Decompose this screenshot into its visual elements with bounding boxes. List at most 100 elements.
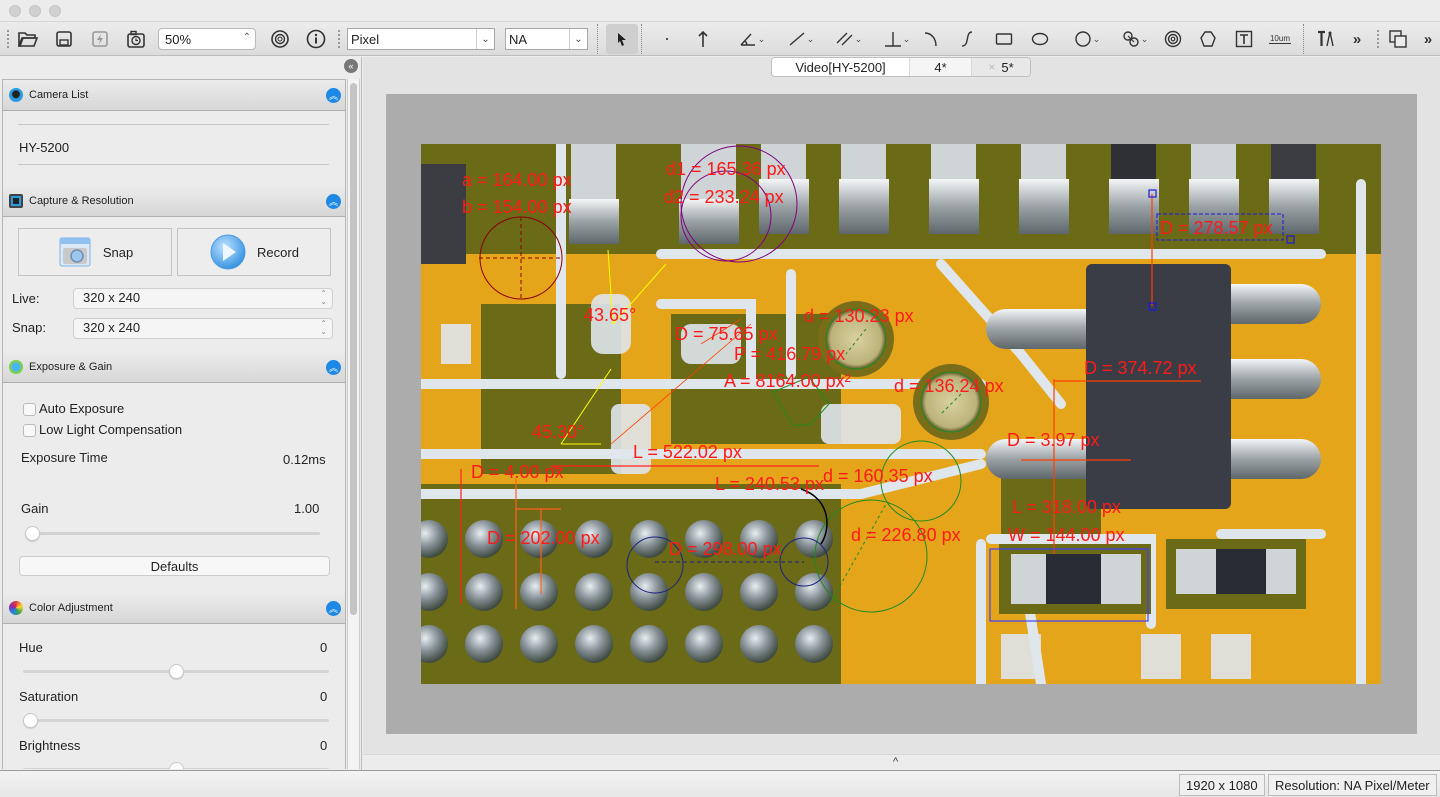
defaults-label: Defaults — [150, 558, 199, 574]
select-tool-button[interactable] — [606, 24, 638, 54]
ellipse-tool-button[interactable] — [1028, 26, 1052, 52]
snap-resolution-select[interactable]: 320 x 240 ⌃ ⌄ — [73, 318, 333, 339]
angle-tool-button[interactable]: ⌄ — [735, 26, 769, 52]
toolbar-grip[interactable] — [7, 30, 9, 48]
measurement-label-d160[interactable]: d = 160.35 px — [823, 467, 933, 485]
measurement-label-d136[interactable]: d = 136.24 px — [894, 377, 1004, 395]
info-button[interactable] — [304, 26, 328, 52]
double-chevron-right-icon: » — [1352, 30, 1362, 48]
divider — [18, 164, 329, 165]
image-canvas[interactable]: a = 164.00 px b = 154.00 px d1 = 165.36 … — [386, 94, 1417, 734]
saturation-slider-knob[interactable] — [23, 713, 38, 728]
record-button[interactable]: Record — [177, 228, 331, 276]
live-resolution-select[interactable]: 320 x 240 ⌃ ⌄ — [73, 288, 333, 309]
measurement-label-angle1[interactable]: 43.65° — [584, 306, 636, 324]
collapse-section-icon[interactable]: ︽ — [326, 360, 341, 375]
measurement-label-d374[interactable]: D = 374.72 px — [1084, 359, 1197, 377]
section-header-exposure[interactable]: Exposure & Gain ︽ — [3, 352, 345, 383]
magnification-select[interactable]: NA ⌄ — [505, 28, 588, 50]
expand-panel-icon[interactable]: ^ — [893, 756, 898, 768]
measurement-label-l522[interactable]: L = 522.02 px — [633, 443, 742, 461]
two-circles-tool-button[interactable]: ⌄ — [1118, 26, 1152, 52]
tab-5[interactable]: × 5* — [972, 58, 1030, 76]
snap-button[interactable]: Snap — [18, 228, 172, 276]
collapse-section-icon[interactable]: ︽ — [326, 88, 341, 103]
more-tools-button[interactable]: » — [1346, 26, 1368, 52]
solder-ball — [465, 625, 503, 663]
hue-slider[interactable] — [23, 664, 329, 679]
measurement-label-d202[interactable]: D = 202.00 px — [487, 529, 600, 547]
camera-list-item[interactable]: HY-5200 — [19, 140, 69, 155]
measurement-label-d278[interactable]: D = 278.57 px — [1160, 219, 1273, 237]
scale-bar-tool-button[interactable]: 10um — [1266, 26, 1294, 52]
measurement-label-area[interactable]: A = 8164.00 px² — [724, 372, 851, 390]
minimize-window-button[interactable] — [29, 5, 41, 17]
panel-scrollbar-thumb[interactable] — [350, 83, 357, 615]
toolbar-grip[interactable] — [1377, 30, 1379, 48]
perpendicular-tool-button[interactable]: ⌄ — [880, 26, 914, 52]
save-button[interactable] — [52, 26, 76, 52]
measurement-label-width[interactable]: W = 144.00 px — [1008, 526, 1125, 544]
hue-slider-knob[interactable] — [168, 664, 184, 679]
parallel-tool-button[interactable]: ⌄ — [832, 26, 866, 52]
measurement-label-perimeter[interactable]: P = 416.79 px — [734, 345, 845, 363]
solder-ball — [740, 625, 778, 663]
measurement-label-d298[interactable]: D = 298.00 px — [669, 540, 782, 558]
open-folder-button[interactable] — [16, 26, 40, 52]
gain-value: 1.00 — [294, 501, 320, 516]
section-header-camera-list[interactable]: Camera List ︽ — [3, 80, 345, 111]
zoom-level-combo[interactable]: 50% ⌃ — [158, 28, 256, 50]
low-light-checkbox[interactable] — [23, 424, 36, 437]
section-header-color[interactable]: Color Adjustment ︽ — [3, 593, 345, 624]
gain-slider-knob[interactable] — [25, 526, 40, 541]
more-options-button[interactable]: » — [1418, 26, 1438, 52]
collapse-section-icon[interactable]: ︽ — [326, 194, 341, 209]
measurement-label-d397[interactable]: D = 3.97 px — [1007, 431, 1100, 449]
measurement-label-l240[interactable]: L = 240.53 px — [715, 475, 824, 493]
measurement-label-d75[interactable]: D = 75.65 px — [675, 325, 778, 343]
measurement-label-d226[interactable]: d = 226.80 px — [851, 526, 961, 544]
close-tab-icon[interactable]: × — [988, 60, 995, 74]
rectangle-icon — [995, 33, 1013, 45]
point-tool-button[interactable] — [656, 26, 678, 52]
circle-tool-button[interactable]: ⌄ — [1070, 26, 1104, 52]
curve-tool-button[interactable] — [956, 26, 978, 52]
brightness-slider[interactable] — [23, 762, 329, 769]
timed-capture-button[interactable] — [124, 26, 148, 52]
tab-video[interactable]: Video[HY-5200] — [772, 58, 910, 76]
measurement-label-d2[interactable]: d2 = 233.24 px — [664, 188, 784, 206]
collapse-section-icon[interactable]: ︽ — [326, 601, 341, 616]
measurement-label-b[interactable]: b = 154.00 px — [462, 198, 572, 216]
arc-tool-button[interactable] — [920, 26, 942, 52]
collapse-panel-button[interactable]: « — [344, 59, 358, 73]
panel-scrollbar[interactable] — [347, 79, 360, 769]
unit-select[interactable]: Pixel ⌄ — [347, 28, 495, 50]
concentric-tool-button[interactable] — [1161, 26, 1185, 52]
text-tool-button[interactable] — [1232, 26, 1256, 52]
measurement-label-d4[interactable]: D = 4.00 px — [471, 463, 564, 481]
saturation-slider[interactable] — [23, 713, 329, 728]
tab-4[interactable]: 4* — [910, 58, 972, 76]
calibration-tools-button[interactable] — [1313, 26, 1339, 52]
gain-slider[interactable] — [25, 526, 320, 541]
auto-exposure-checkbox[interactable] — [23, 403, 36, 416]
measurement-label-length[interactable]: L = 318.00 px — [1012, 498, 1121, 516]
arrow-tool-button[interactable] — [692, 26, 714, 52]
quick-save-button[interactable] — [88, 26, 112, 52]
window-layout-button[interactable] — [1386, 26, 1410, 52]
polygon-tool-button[interactable] — [1196, 26, 1220, 52]
brightness-slider-knob[interactable] — [168, 762, 184, 769]
defaults-button[interactable]: Defaults — [19, 556, 330, 576]
rectangle-tool-button[interactable] — [992, 26, 1016, 52]
zoom-window-button[interactable] — [49, 5, 61, 17]
measurement-label-a[interactable]: a = 164.00 px — [462, 171, 572, 189]
line-tool-button[interactable]: ⌄ — [784, 26, 818, 52]
close-window-button[interactable] — [9, 5, 21, 17]
toolbar-grip[interactable] — [338, 30, 340, 48]
microscope-image[interactable]: a = 164.00 px b = 154.00 px d1 = 165.36 … — [421, 144, 1381, 684]
measurement-label-d130[interactable]: d = 130.23 px — [804, 307, 914, 325]
settings-button[interactable] — [268, 26, 292, 52]
section-header-capture[interactable]: Capture & Resolution ︽ — [3, 186, 345, 217]
measurement-label-angle2[interactable]: 45.30° — [532, 423, 584, 441]
measurement-label-d1[interactable]: d1 = 165.36 px — [666, 160, 786, 178]
